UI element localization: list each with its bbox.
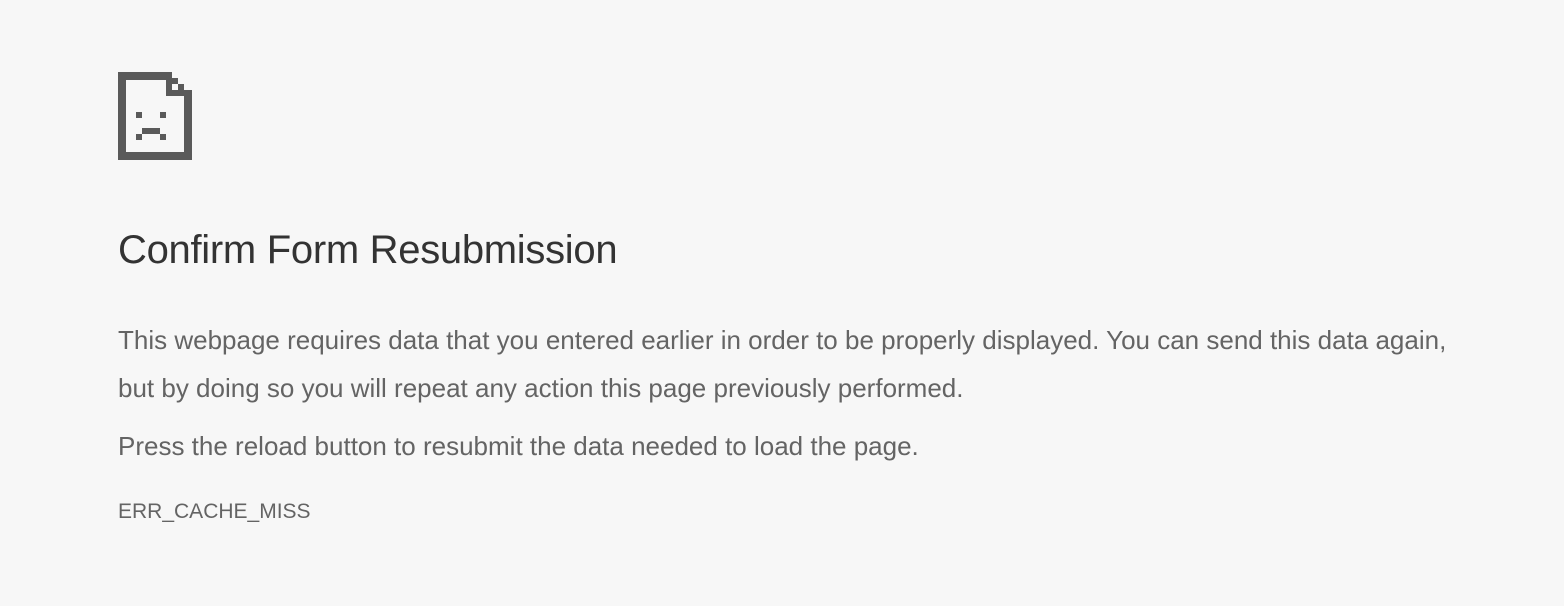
page-title: Confirm Form Resubmission (118, 228, 618, 272)
sad-page-icon (118, 72, 192, 160)
error-description: This webpage requires data that you ente… (118, 325, 1447, 403)
main-content: Confirm Form Resubmission This webpage r… (118, 224, 1478, 526)
reload-instruction: Press the reload button to resubmit the … (118, 431, 919, 461)
error-page: Confirm Form Resubmission This webpage r… (0, 0, 1564, 606)
error-code: ERR_CACHE_MISS (118, 500, 311, 523)
